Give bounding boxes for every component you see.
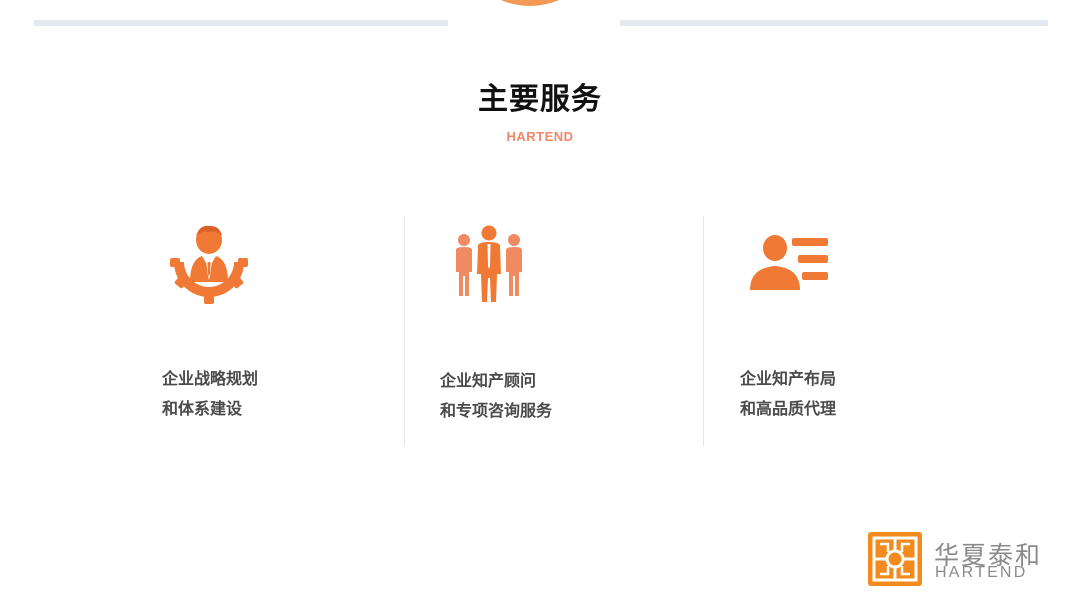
- logo-mark-icon: [868, 532, 922, 586]
- service-label: 企业知产布局 和高品质代理: [740, 364, 836, 424]
- service-label: 企业战略规划 和体系建设: [162, 364, 258, 424]
- page-subtitle: HARTEND: [506, 129, 574, 144]
- logo-text-en: HARTEND: [935, 564, 1028, 581]
- top-rule-right: [620, 20, 1048, 26]
- company-logo: 华夏泰和 HARTEND: [868, 530, 1058, 590]
- service-card-layout: 企业知产布局 和高品质代理: [740, 222, 1000, 418]
- service-label-line2: 和高品质代理: [740, 399, 837, 418]
- team-icon: [456, 225, 522, 302]
- service-label-line2: 和专项咨询服务: [440, 401, 553, 420]
- service-label-line2: 和体系建设: [162, 399, 243, 418]
- service-label-line1: 企业战略规划: [162, 369, 259, 388]
- column-divider: [703, 216, 704, 446]
- person-list-icon: [750, 235, 828, 290]
- service-label: 企业知产顾问 和专项咨询服务: [440, 366, 552, 426]
- top-rule-left: [34, 20, 448, 26]
- gear-person-icon: [170, 225, 248, 304]
- decorative-ring: [500, 0, 560, 6]
- page-title: 主要服务: [478, 82, 602, 117]
- service-label-line1: 企业知产布局: [740, 369, 837, 388]
- service-card-consulting: 企业知产顾问 和专项咨询服务: [440, 222, 700, 420]
- service-label-line1: 企业知产顾问: [440, 371, 537, 390]
- service-card-strategy: 企业战略规划 和体系建设: [160, 222, 420, 418]
